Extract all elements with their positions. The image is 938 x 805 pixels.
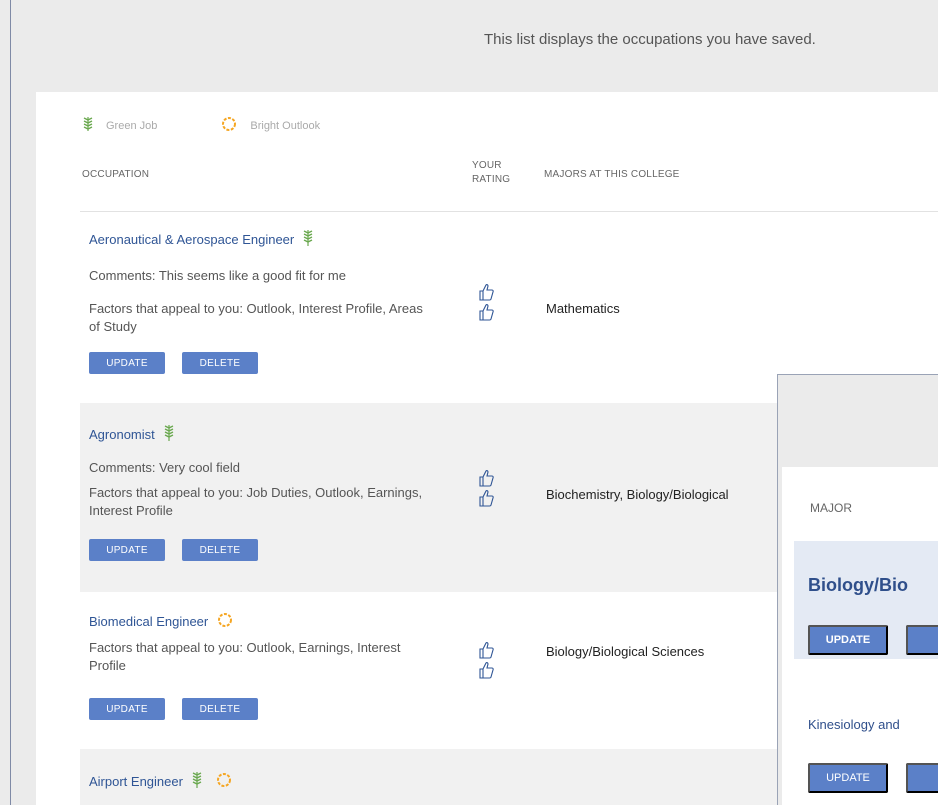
thumbs-up-icon [478,660,494,680]
thumbs-up-icon [478,302,494,322]
delete-button[interactable]: DELETE [182,698,258,720]
occupation-comments: Comments: This seems like a good fit for… [89,268,346,283]
occupation-factors: Factors that appeal to you: Job Duties, … [89,485,423,518]
occupation-factors: Factors that appeal to you: Outlook, Int… [89,301,423,334]
occupation-majors: Mathematics [546,301,620,316]
legend-green-job: Green Job [82,116,157,135]
header-occupation: OCCUPATION [82,169,150,180]
occupation-title-link[interactable]: Aeronautical & Aerospace Engineer [89,229,314,250]
occupation-title[interactable]: Airport Engineer [89,774,183,789]
occupation-title-link[interactable]: Airport Engineer [89,771,233,792]
occupation-title[interactable]: Biomedical Engineer [89,614,208,629]
legend-bright-outlook-label: Bright Outlook [250,119,321,132]
major-item[interactable]: Kinesiology and [808,717,900,732]
update-button[interactable]: UPDATE [808,763,888,793]
majors-panel: MAJOR Biology/Bio UPDATE Kinesiology and… [782,467,938,805]
delete-button[interactable]: DELETE [182,352,258,374]
update-button[interactable]: UPDATE [89,698,165,720]
header-rating-line2: RATING [472,174,511,185]
occupation-title[interactable]: Agronomist [89,427,155,442]
header-rating-line1: YOUR [472,160,502,171]
sun-icon [207,771,233,792]
wheat-icon [82,116,106,135]
delete-button[interactable] [906,763,938,793]
intro-text: This list displays the occupations you h… [484,31,816,48]
rating-thumbs [478,640,494,680]
legend: Green Job Bright Outlook [82,115,320,136]
header-majors: MAJORS AT THIS COLLEGE [544,169,680,180]
thumbs-up-icon [478,282,494,302]
occupation-factors: Factors that appeal to you: Outlook, Ear… [89,640,401,673]
delete-button[interactable]: DELETE [182,539,258,561]
occupation-majors: Biology/Biological Sciences [546,644,705,659]
thumbs-up-icon [478,640,494,660]
rating-thumbs [478,282,494,322]
thumbs-up-icon [478,468,494,488]
occupation-title-link[interactable]: Agronomist [89,424,175,445]
thumbs-up-icon [478,488,494,508]
occupation-title[interactable]: Aeronautical & Aerospace Engineer [89,232,294,247]
highlighted-major-title[interactable]: Biology/Bio [808,575,908,596]
wheat-icon [155,424,175,445]
occupation-title-link[interactable]: Biomedical Engineer [89,611,234,632]
sun-icon [220,115,250,136]
header-your-rating: YOUR RATING [472,159,510,187]
update-button[interactable]: UPDATE [808,625,888,655]
wheat-icon [183,771,203,792]
legend-bright-outlook: Bright Outlook [220,115,320,136]
window-border [10,0,11,805]
occupation-majors: Biochemistry, Biology/Biological [546,487,729,502]
update-button[interactable]: UPDATE [89,352,165,374]
sun-icon [208,611,234,632]
rating-thumbs [478,468,494,508]
majors-overlay-panel: MAJOR Biology/Bio UPDATE Kinesiology and… [777,374,938,805]
occupation-comments: Comments: Very cool field [89,460,241,475]
legend-green-job-label: Green Job [106,119,158,132]
delete-button[interactable] [906,625,938,655]
wheat-icon [294,229,314,250]
header-major: MAJOR [810,501,852,515]
update-button[interactable]: UPDATE [89,539,165,561]
